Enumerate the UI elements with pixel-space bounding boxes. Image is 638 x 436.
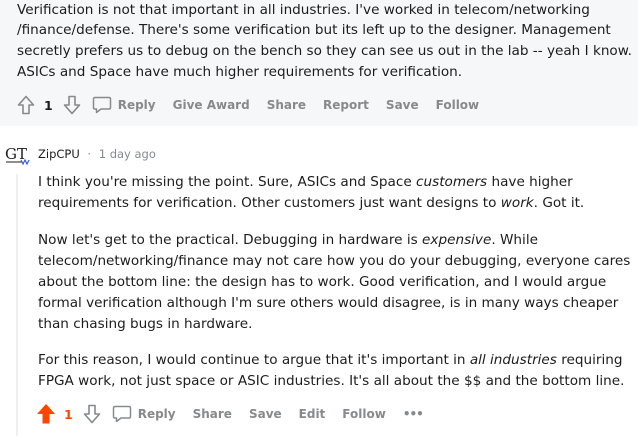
upvote-active-icon[interactable] (36, 403, 56, 425)
save-button[interactable]: Save (386, 98, 419, 112)
comment-icon (92, 96, 112, 114)
reply-p1-line-1: I think you're missing the point. Sure, … (38, 174, 573, 190)
downvote-icon[interactable] (82, 403, 102, 425)
vote-count: 1 (44, 97, 53, 113)
timestamp[interactable]: 1 day ago (99, 147, 156, 161)
downvote-icon[interactable] (62, 94, 82, 116)
give-award-button[interactable]: Give Award (173, 98, 250, 112)
parent-line-4: ASICs and Space have much higher require… (17, 64, 463, 80)
more-options-icon[interactable]: ••• (403, 407, 424, 421)
reply-label: Reply (117, 98, 156, 112)
author-link[interactable]: ZipCPU (38, 147, 80, 161)
edit-button[interactable]: Edit (299, 407, 326, 421)
reply-p2-line-4: formal verification although I'm sure ot… (38, 295, 619, 311)
comment-icon (112, 405, 132, 423)
thread-line[interactable] (16, 174, 18, 436)
save-button[interactable]: Save (249, 407, 282, 421)
parent-line-1: Verification is not that important in al… (17, 2, 590, 18)
parent-action-bar: 1 Reply Give Award Share Report Save Fol… (16, 94, 496, 116)
reply-button[interactable]: Reply (92, 96, 156, 114)
reply-p2-line-5: than chasing bugs in hardware. (38, 316, 253, 332)
reply-p3-line-2: FPGA work, not just space or ASIC indust… (38, 373, 625, 389)
reply-vote-count: 1 (64, 406, 73, 422)
upvote-icon[interactable] (16, 94, 36, 116)
follow-button[interactable]: Follow (436, 98, 480, 112)
parent-comment: Verification is not that important in al… (0, 0, 638, 126)
reply-label: Reply (137, 407, 176, 421)
reply-p2-line-1: Now let's get to the practical. Debuggin… (38, 232, 538, 248)
parent-line-2: /finance/defense. There's some verificat… (17, 22, 611, 38)
reply-button[interactable]: Reply (112, 405, 176, 423)
share-button[interactable]: Share (267, 98, 306, 112)
comment-meta: ZipCPU · 1 day ago (38, 147, 156, 161)
report-button[interactable]: Report (323, 98, 369, 112)
parent-line-3: secretly prefers us to debug on the benc… (17, 43, 632, 59)
share-button[interactable]: Share (193, 407, 232, 421)
reply-action-bar: 1 Reply Share Save Edit Follow ••• (36, 403, 440, 425)
follow-button[interactable]: Follow (342, 407, 386, 421)
user-avatar[interactable]: GT (4, 143, 32, 167)
reply-p1-line-2: requirements for verification. Other cus… (38, 195, 585, 211)
meta-separator: · (87, 147, 92, 161)
reply-p2-line-2: telecom/networking/finance may not care … (38, 253, 631, 269)
reply-p2-line-3: about the bottom line: the design has to… (38, 274, 607, 290)
svg-text:GT: GT (5, 145, 27, 163)
reply-p3-line-1: For this reason, I would continue to arg… (38, 352, 623, 368)
